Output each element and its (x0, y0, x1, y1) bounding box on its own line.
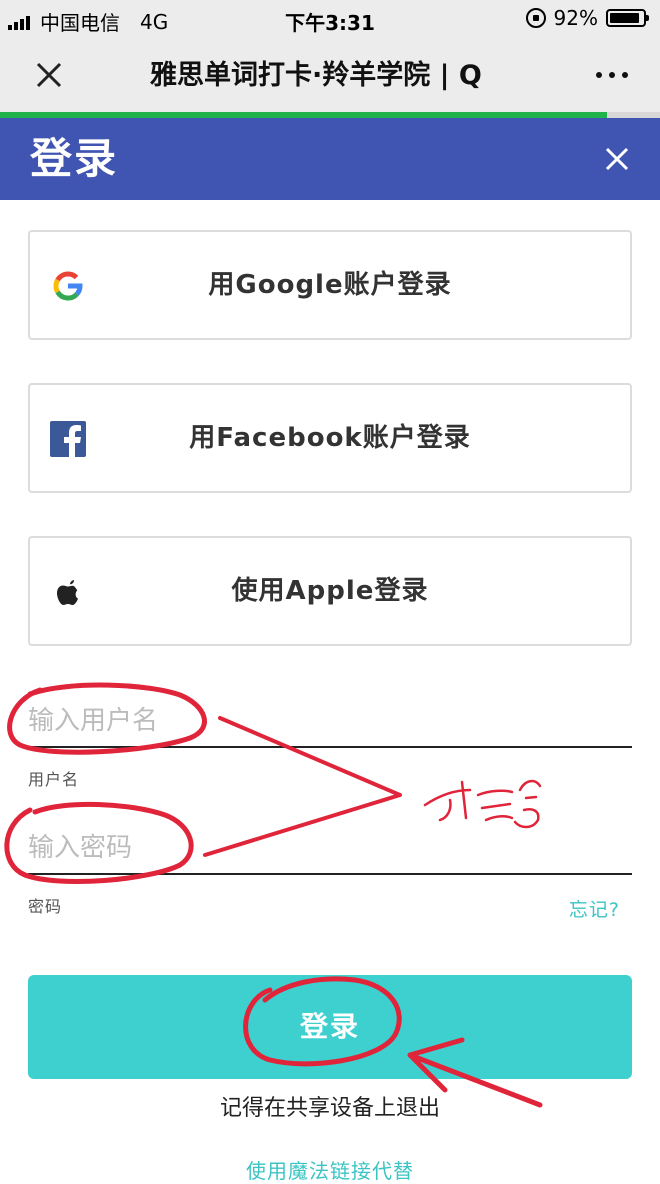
google-login-label: 用Google账户登录 (208, 270, 452, 300)
forgot-password-link[interactable]: 忘记? (569, 895, 620, 922)
remember-logout-note: 记得在共享设备上退出 (219, 1096, 440, 1121)
facebook-login-label: 用Facebook账户登录 (189, 423, 471, 453)
login-modal-header: 登录 (0, 118, 660, 200)
password-field-group: 密码 (28, 823, 632, 917)
modal-title: 登录 (30, 134, 119, 183)
facebook-login-button[interactable]: 用Facebook账户登录 (28, 383, 632, 493)
login-button[interactable]: 登录 (28, 975, 632, 1079)
browser-nav-bar: 雅思单词打卡·羚羊学院 | Q (0, 38, 660, 112)
google-login-button[interactable]: 用Google账户登录 (28, 230, 632, 340)
username-caption: 用户名 (28, 770, 80, 789)
close-icon[interactable] (32, 58, 66, 92)
status-bar: 中国电信 4G 下午3:31 92% (0, 0, 660, 38)
magic-link[interactable]: 使用魔法链接代替 (0, 1155, 660, 1184)
battery-icon (606, 9, 649, 27)
username-input[interactable] (28, 696, 632, 746)
username-underline (28, 746, 632, 748)
apple-login-button[interactable]: 使用Apple登录 (28, 536, 632, 646)
password-caption: 密码 (28, 897, 63, 916)
page-title: 雅思单词打卡·羚羊学院 | Q (150, 60, 482, 91)
more-icon[interactable] (596, 72, 628, 78)
apple-login-label: 使用Apple登录 (231, 576, 429, 606)
username-field-group: 用户名 (28, 696, 632, 790)
password-underline (28, 873, 632, 875)
rotation-lock-icon (525, 8, 546, 28)
battery-percent: 92% (553, 6, 598, 30)
close-icon[interactable] (604, 146, 630, 172)
password-input[interactable] (28, 823, 632, 873)
